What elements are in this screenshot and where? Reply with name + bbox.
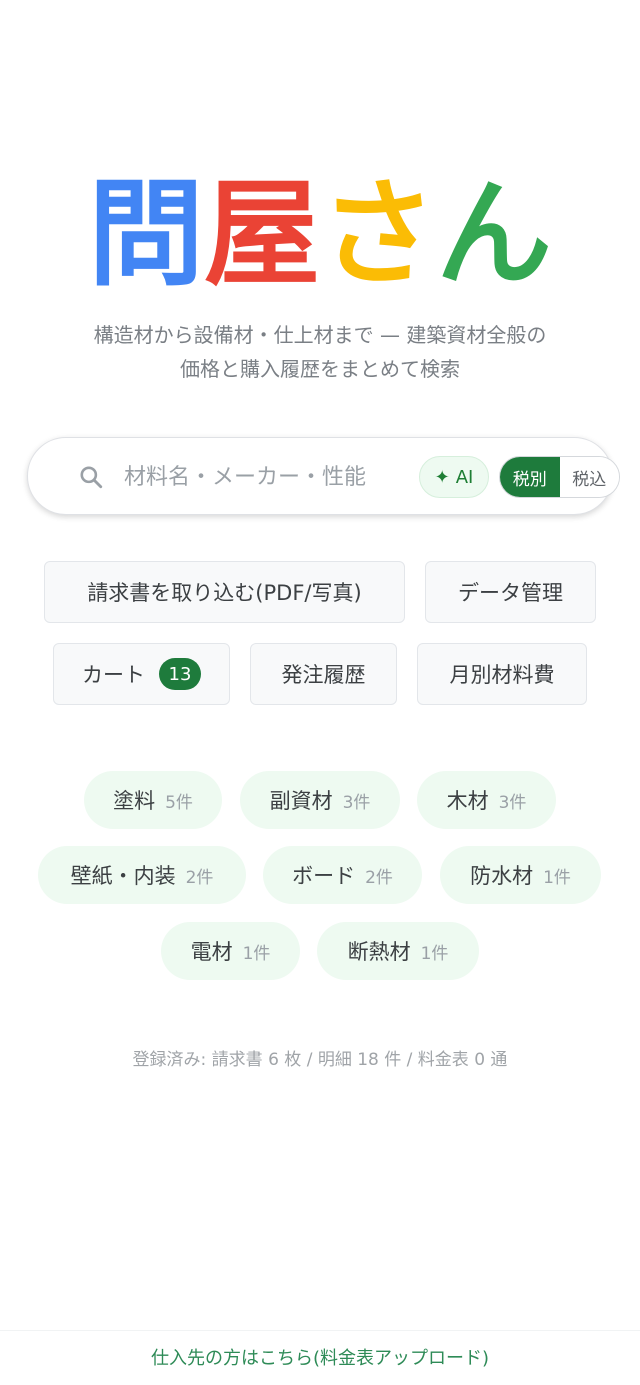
ai-search-button[interactable]: ✦ AI <box>419 456 489 498</box>
category-count: 1件 <box>242 943 271 964</box>
category-count: 1件 <box>420 943 449 964</box>
tax-toggle: 税別 税込 <box>499 456 620 498</box>
logo-char-1: 問 <box>88 167 204 302</box>
order-history-button[interactable]: 発注履歴 <box>250 643 397 705</box>
search-input[interactable] <box>124 458 394 496</box>
import-invoice-button[interactable]: 請求書を取り込む(PDF/写真) <box>44 561 405 623</box>
category-label: 木材 <box>446 789 489 813</box>
cart-count-badge: 13 <box>159 658 201 690</box>
category-chip[interactable]: ボード 2件 <box>263 846 422 904</box>
search-icon <box>80 466 103 489</box>
home-page: 問屋さん 構造材から設備材・仕上材まで — 建築資材全般の 価格と購入履歴をまと… <box>0 0 640 1385</box>
data-management-label: データ管理 <box>458 581 563 605</box>
category-chip[interactable]: 壁紙・内装 2件 <box>38 846 246 904</box>
category-count: 5件 <box>165 792 193 813</box>
category-chip[interactable]: 断熱材 1件 <box>317 922 479 980</box>
tagline-line-2: 価格と購入履歴をまとめて検索 <box>180 357 460 381</box>
category-count: 1件 <box>543 867 571 888</box>
category-count: 3件 <box>342 792 371 813</box>
category-label: ボード <box>292 864 356 888</box>
sparkle-icon: ✦ <box>434 466 450 488</box>
category-chip[interactable]: 木材 3件 <box>417 771 556 829</box>
tagline: 構造材から設備材・仕上材まで — 建築資材全般の 価格と購入履歴をまとめて検索 <box>0 318 640 386</box>
monthly-cost-button[interactable]: 月別材料費 <box>417 643 587 705</box>
cart-label: カート <box>82 663 145 687</box>
cart-button[interactable]: カート 13 <box>53 643 230 705</box>
category-count: 2件 <box>185 867 214 888</box>
category-chip[interactable]: 防水材 1件 <box>440 846 601 904</box>
category-label: 塗料 <box>113 789 156 813</box>
tax-included-option[interactable]: 税込 <box>559 457 619 497</box>
data-management-button[interactable]: データ管理 <box>425 561 596 623</box>
category-count: 2件 <box>365 867 393 888</box>
category-label: 断熱材 <box>347 940 411 964</box>
supplier-upload-link[interactable]: 仕入先の方はこちら(料金表アップロード) <box>0 1330 640 1385</box>
category-chip[interactable]: 塗料 5件 <box>84 771 222 829</box>
logo-char-4: ん <box>436 167 552 302</box>
category-count: 3件 <box>498 792 527 813</box>
order-history-label: 発注履歴 <box>281 663 366 687</box>
search-bar: ✦ AI 税別 税込 <box>27 437 620 515</box>
logo: 問屋さん <box>0 170 640 300</box>
tagline-line-1: 構造材から設備材・仕上材まで — 建築資材全般の <box>93 323 547 347</box>
monthly-cost-label: 月別材料費 <box>449 663 555 687</box>
tax-excluded-option[interactable]: 税別 <box>500 457 560 497</box>
ai-label: AI <box>455 466 474 488</box>
category-label: 防水材 <box>470 864 534 888</box>
category-label: 副資材 <box>269 789 333 813</box>
category-chip[interactable]: 副資材 3件 <box>240 771 400 829</box>
category-label: 電材 <box>190 940 233 964</box>
logo-char-2: 屋 <box>204 167 320 302</box>
import-invoice-label: 請求書を取り込む(PDF/写真) <box>87 581 362 605</box>
category-chip[interactable]: 電材 1件 <box>161 922 300 980</box>
registration-stats: 登録済み: 請求書 6 枚 / 明細 18 件 / 料金表 0 通 <box>132 1050 508 1070</box>
logo-char-3: さ <box>320 167 436 302</box>
category-label: 壁紙・内装 <box>70 864 176 888</box>
